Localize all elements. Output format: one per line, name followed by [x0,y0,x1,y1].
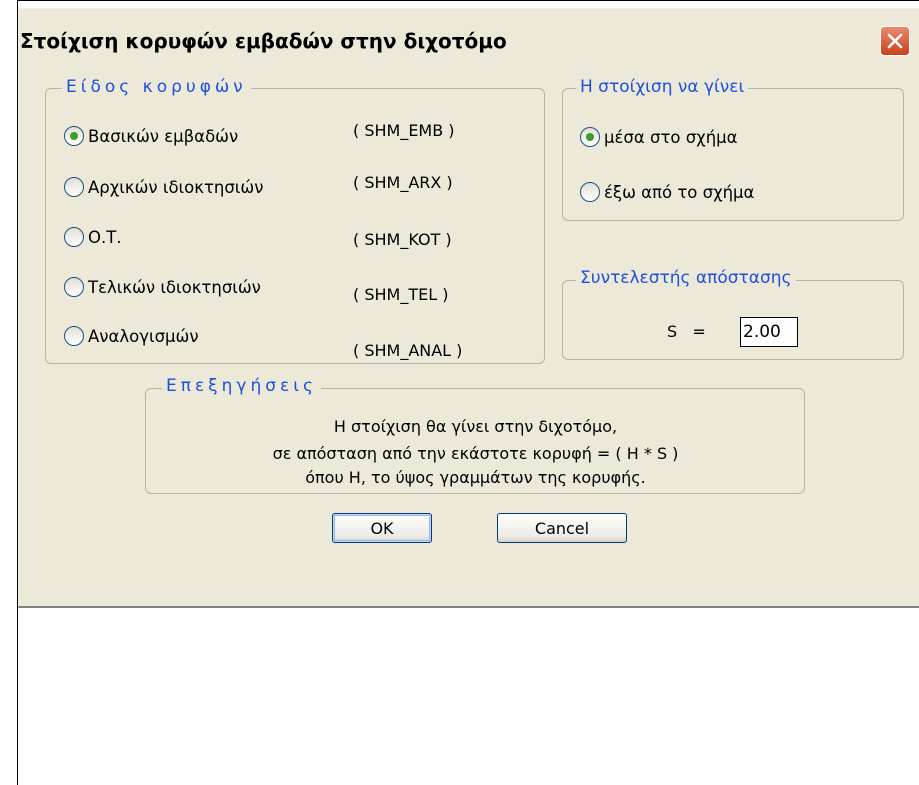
radio-button[interactable] [64,126,84,146]
radio-button[interactable] [64,227,84,247]
code-shm-arx: ( SHM_ARX ) [353,173,453,192]
radio-button[interactable] [64,326,84,346]
code-shm-kot: ( SHM_KOT ) [353,230,452,249]
radio-label: Αρχικών ιδιοκτησιών [88,177,264,197]
radio-basic-areas[interactable]: Βασικών εμβαδών [64,126,238,146]
distance-group [562,280,904,360]
alignment-legend: Η στοίχιση να γίνει [576,77,749,97]
code-shm-anal: ( SHM_ANAL ) [353,341,463,360]
outer-frame-top [17,0,919,1]
explanation-line-1: Η στοίχιση θα γίνει στην διχοτόμο, [333,417,618,436]
dialog-title: Στοίχιση κορυφών εμβαδών στην διχοτόμο [20,29,507,53]
code-shm-emb: ( SHM_EMB ) [353,121,455,140]
radio-allocations[interactable]: Αναλογισμών [64,326,199,346]
cancel-button[interactable]: Cancel [497,513,627,543]
ok-button[interactable]: OK [332,513,432,543]
code-shm-tel: ( SHM_TEL ) [353,285,449,304]
radio-ot[interactable]: Ο.Τ. [64,227,122,247]
radio-button[interactable] [580,182,600,202]
radio-initial-properties[interactable]: Αρχικών ιδιοκτησιών [64,177,263,197]
radio-label: Βασικών εμβαδών [88,126,239,146]
distance-legend: Συντελεστής απόστασης [576,268,796,288]
radio-label: Ο.Τ. [88,227,122,247]
radio-label: Τελικών ιδιοκτησιών [88,277,261,297]
radio-label: έξω από το σχήμα [604,182,755,202]
explanation-line-2: σε απόσταση από την εκάστοτε κορυφή = ( … [272,444,679,463]
distance-input[interactable]: 2.00 [740,317,798,347]
radio-final-properties[interactable]: Τελικών ιδιοκτησιών [64,277,261,297]
vertex-type-legend: Είδος κορυφών [62,77,251,97]
radio-inside-shape[interactable]: μέσα στο σχήμα [580,127,738,147]
close-icon [887,33,903,49]
radio-button[interactable] [64,277,84,297]
radio-button[interactable] [580,127,600,147]
close-button[interactable] [880,26,910,56]
radio-label: μέσα στο σχήμα [604,127,738,147]
s-label: S = [667,322,706,341]
explanation-line-3: όπου Η, το ύψος γραμμάτων της κορυφής. [305,468,646,487]
radio-button[interactable] [64,177,84,197]
radio-label: Αναλογισμών [88,326,199,346]
radio-outside-shape[interactable]: έξω από το σχήμα [580,182,754,202]
explanation-legend: Επεξηγήσεις [162,376,321,396]
